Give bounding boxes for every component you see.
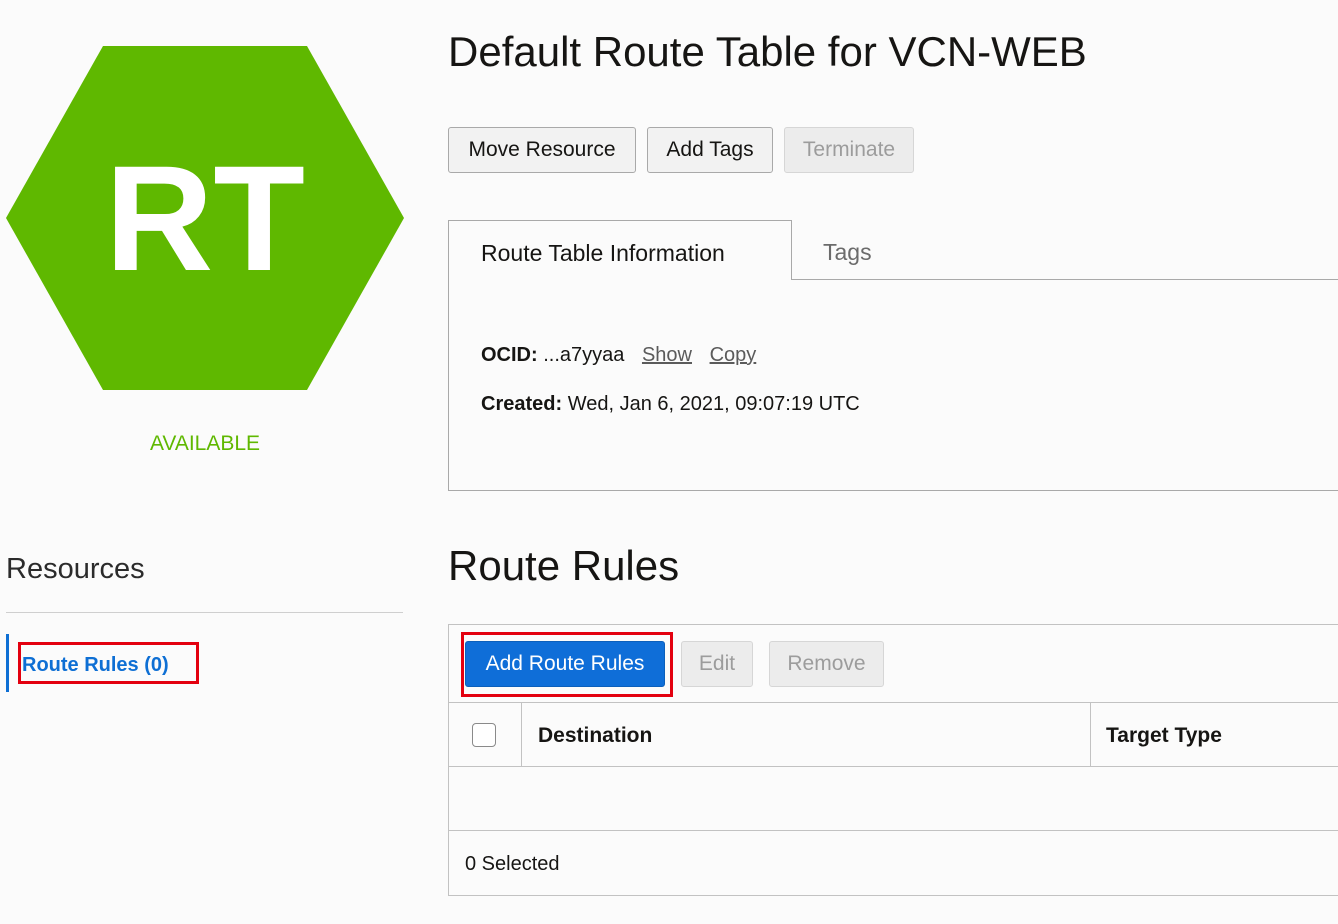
ocid-row: OCID: ...a7yyaa Show Copy — [481, 344, 756, 367]
remove-button[interactable]: Remove — [769, 641, 884, 687]
resources-heading: Resources — [6, 553, 145, 585]
created-value: Wed, Jan 6, 2021, 09:07:19 UTC — [567, 393, 860, 415]
resources-item-label[interactable]: Route Rules (0) — [22, 654, 169, 677]
created-row: Created: Wed, Jan 6, 2021, 09:07:19 UTC — [481, 393, 860, 416]
ocid-show-link[interactable]: Show — [642, 344, 692, 366]
ocid-copy-link[interactable]: Copy — [710, 344, 757, 366]
tab-label: Route Table Information — [481, 240, 725, 266]
move-resource-button[interactable]: Move Resource — [448, 127, 636, 173]
terminate-button[interactable]: Terminate — [784, 127, 914, 173]
ocid-value: ...a7yyaa — [543, 344, 625, 366]
toolbar-divider — [448, 702, 1338, 703]
tab-route-table-information[interactable]: Route Table Information — [448, 220, 792, 280]
column-separator — [521, 703, 522, 766]
ocid-label: OCID: — [481, 344, 538, 366]
column-separator — [1090, 703, 1091, 766]
route-rules-heading: Route Rules — [448, 542, 680, 589]
resources-item-route-rules[interactable]: Route Rules (0) — [6, 634, 269, 692]
column-header-target-type[interactable]: Target Type — [1106, 724, 1222, 748]
resources-divider — [6, 612, 403, 613]
tab-panel-route-table-info — [448, 279, 1338, 491]
tab-tags[interactable]: Tags — [823, 239, 872, 266]
select-all-checkbox[interactable] — [472, 723, 496, 747]
resource-hexagon-icon: RT — [6, 46, 404, 390]
header-row-divider — [448, 766, 1338, 767]
page-title: Default Route Table for VCN-WEB — [448, 28, 1087, 75]
add-route-rules-button[interactable]: Add Route Rules — [465, 641, 665, 687]
status-label: AVAILABLE — [149, 432, 261, 455]
edit-button[interactable]: Edit — [681, 641, 753, 687]
selected-count: 0 Selected — [465, 853, 560, 875]
empty-row-divider — [448, 830, 1338, 831]
created-label: Created: — [481, 393, 563, 415]
resource-icon-text: RT — [105, 134, 305, 302]
add-tags-button[interactable]: Add Tags — [647, 127, 773, 173]
column-header-destination[interactable]: Destination — [538, 724, 652, 748]
